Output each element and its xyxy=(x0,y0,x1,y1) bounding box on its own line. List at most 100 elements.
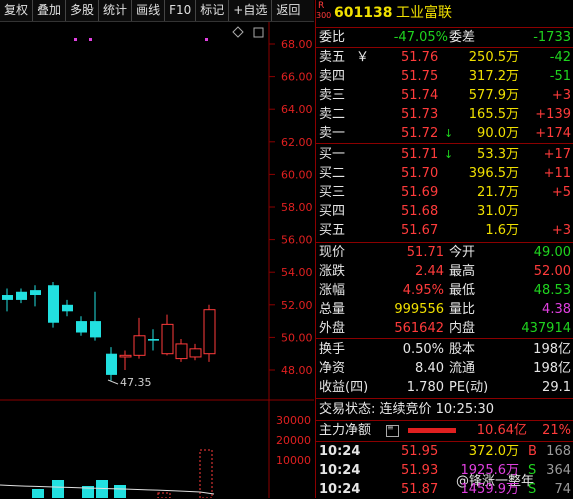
list-icon[interactable]: ≡ xyxy=(386,424,399,437)
price-tick-label: 54.00 xyxy=(281,266,313,279)
toolbar-add-favorite[interactable]: +自选 xyxy=(229,0,273,21)
weibi-label: 委比 xyxy=(319,30,346,45)
stat-label: 外盘 xyxy=(319,321,346,336)
fundamental-label: 股本 xyxy=(449,342,476,357)
fundamental-value: 0.50% xyxy=(402,342,444,357)
volume-tick-label: 10000 xyxy=(276,454,311,467)
stat-row[interactable]: 涨跌 2.44 最高 52.00 xyxy=(316,262,573,281)
toolbar-huaxian[interactable]: 画线 xyxy=(132,0,166,21)
order-price: 51.70 xyxy=(401,166,439,181)
price-tick-label: 60.00 xyxy=(281,168,313,181)
toolbar-back[interactable]: 返回 xyxy=(272,0,304,21)
main-net-value: 10.64亿 xyxy=(476,423,527,438)
stock-header: R 300 601138 工业富联 xyxy=(316,1,573,26)
tick-volume: 372.0万 xyxy=(468,444,519,459)
candle-body xyxy=(48,285,59,323)
order-change: +3 xyxy=(551,223,571,238)
order-row-buy[interactable]: 买二 51.70 396.5万 +11 xyxy=(316,164,573,183)
volume-tick-label: 30000 xyxy=(276,414,311,427)
stat-label: 涨幅 xyxy=(319,283,346,298)
candle-body xyxy=(16,291,27,300)
maximize-icon[interactable] xyxy=(253,27,264,38)
volume-bar xyxy=(199,449,213,498)
order-change: +139 xyxy=(535,107,571,122)
fundamental-label: PE(动) xyxy=(449,380,489,395)
fundamental-label: 净资 xyxy=(319,361,346,376)
order-volume: 165.5万 xyxy=(468,107,519,122)
candle-body xyxy=(148,339,159,341)
order-label: 买二 xyxy=(319,166,346,181)
order-row-buy[interactable]: 买三 51.69 21.7万 +5 xyxy=(316,183,573,202)
order-change: -51 xyxy=(549,69,571,84)
toolbar-fuquan[interactable]: 复权 xyxy=(0,0,34,21)
order-row-sell[interactable]: 卖一 51.72 ↓ 90.0万 +174 xyxy=(316,124,573,143)
fundamental-value: 1.780 xyxy=(406,380,444,395)
order-price: 51.73 xyxy=(401,107,439,122)
tick-count: 168 xyxy=(546,444,571,459)
tick-row[interactable]: 10:24 51.93 1925.6万 S 364 xyxy=(316,461,573,480)
weicha-label: 委差 xyxy=(449,30,476,45)
order-row-buy[interactable]: 买四 51.68 31.0万 xyxy=(316,202,573,221)
order-row-sell[interactable]: 卖三 51.74 577.9万 +3 xyxy=(316,86,573,105)
tick-side: S xyxy=(528,463,537,478)
order-label: 卖五 xyxy=(319,50,346,65)
tick-row[interactable]: 10:24 51.87 1459.9万 S 74 xyxy=(316,480,573,499)
candle-body xyxy=(30,290,41,296)
candle-body xyxy=(189,348,202,358)
tick-count: 74 xyxy=(554,482,571,497)
fundamental-row[interactable]: 净资 8.40 流通 198亿 xyxy=(316,359,573,378)
stat-row[interactable]: 外盘 561642 内盘 437914 xyxy=(316,319,573,338)
candle-body xyxy=(203,309,216,355)
volume-bar xyxy=(157,492,171,498)
stat-row[interactable]: 涨幅 4.95% 最低 48.53 xyxy=(316,281,573,300)
candle-body xyxy=(2,295,13,300)
toolbar-biaoji[interactable]: 标记 xyxy=(196,0,230,21)
tick-price: 51.93 xyxy=(401,463,439,478)
order-volume: 31.0万 xyxy=(477,204,519,219)
price-tick-label: 56.00 xyxy=(281,234,313,247)
stat-label: 今开 xyxy=(449,245,476,260)
price-tick-label: 62.00 xyxy=(281,136,313,149)
order-change: +174 xyxy=(535,126,571,141)
order-volume: 53.3万 xyxy=(477,147,519,162)
stat-value: 48.53 xyxy=(533,283,571,298)
tick-row[interactable]: 10:24 51.95 372.0万 B 168 xyxy=(316,442,573,461)
order-row-sell[interactable]: 卖四 51.75 317.2万 -51 xyxy=(316,67,573,86)
order-change: -42 xyxy=(549,50,571,65)
weicha-value: -1733 xyxy=(533,30,571,45)
candle-body xyxy=(119,354,132,358)
stock-code: 601138 xyxy=(334,5,393,21)
tick-time: 10:24 xyxy=(319,482,361,497)
toolbar-diejia[interactable]: 叠加 xyxy=(33,0,67,21)
stat-value: 2.44 xyxy=(415,264,444,279)
fundamental-value: 29.1 xyxy=(542,380,571,395)
order-price: 51.74 xyxy=(401,88,439,103)
stat-label: 现价 xyxy=(319,245,346,260)
tick-volume: 1459.9万 xyxy=(460,482,520,497)
order-row-buy[interactable]: 买一 51.71 ↓ 53.3万 +17 xyxy=(316,145,573,164)
stat-label: 涨跌 xyxy=(319,264,346,279)
toolbar-f10[interactable]: F10 xyxy=(165,0,197,21)
quote-panel: R 300 601138 工业富联 委比 -47.05% 委差 -1733 交易… xyxy=(315,0,573,498)
order-price: 51.67 xyxy=(401,223,439,238)
order-price: 51.75 xyxy=(401,69,439,84)
order-change: +17 xyxy=(543,147,571,162)
fundamental-row[interactable]: 换手 0.50% 股本 198亿 xyxy=(316,340,573,359)
stat-value: 561642 xyxy=(394,321,444,336)
toolbar-tongji[interactable]: 统计 xyxy=(99,0,133,21)
diamond-icon[interactable] xyxy=(232,26,244,38)
stat-value: 999556 xyxy=(394,302,444,317)
order-row-buy[interactable]: 买五 51.67 1.6万 +3 xyxy=(316,221,573,240)
order-row-sell[interactable]: 卖五 ￥ 51.76 250.5万 -42 xyxy=(316,48,573,67)
stat-label: 总量 xyxy=(319,302,346,317)
price-tick-label: 66.00 xyxy=(281,71,313,84)
tick-side: B xyxy=(528,444,537,459)
volume-bar xyxy=(114,485,126,498)
candlestick-chart[interactable]: 68.00 66.00 64.00 62.00 60.00 58.00 56.00 54.00… xyxy=(0,22,314,498)
stat-value: 51.71 xyxy=(406,245,444,260)
fundamental-row[interactable]: 收益(四) 1.780 PE(动) 29.1 xyxy=(316,378,573,397)
stat-row[interactable]: 现价 51.71 今开 49.00 xyxy=(316,243,573,262)
stat-row[interactable]: 总量 999556 量比 4.38 xyxy=(316,300,573,319)
order-row-sell[interactable]: 卖二 51.73 165.5万 +139 xyxy=(316,105,573,124)
toolbar-duogu[interactable]: 多股 xyxy=(66,0,100,21)
